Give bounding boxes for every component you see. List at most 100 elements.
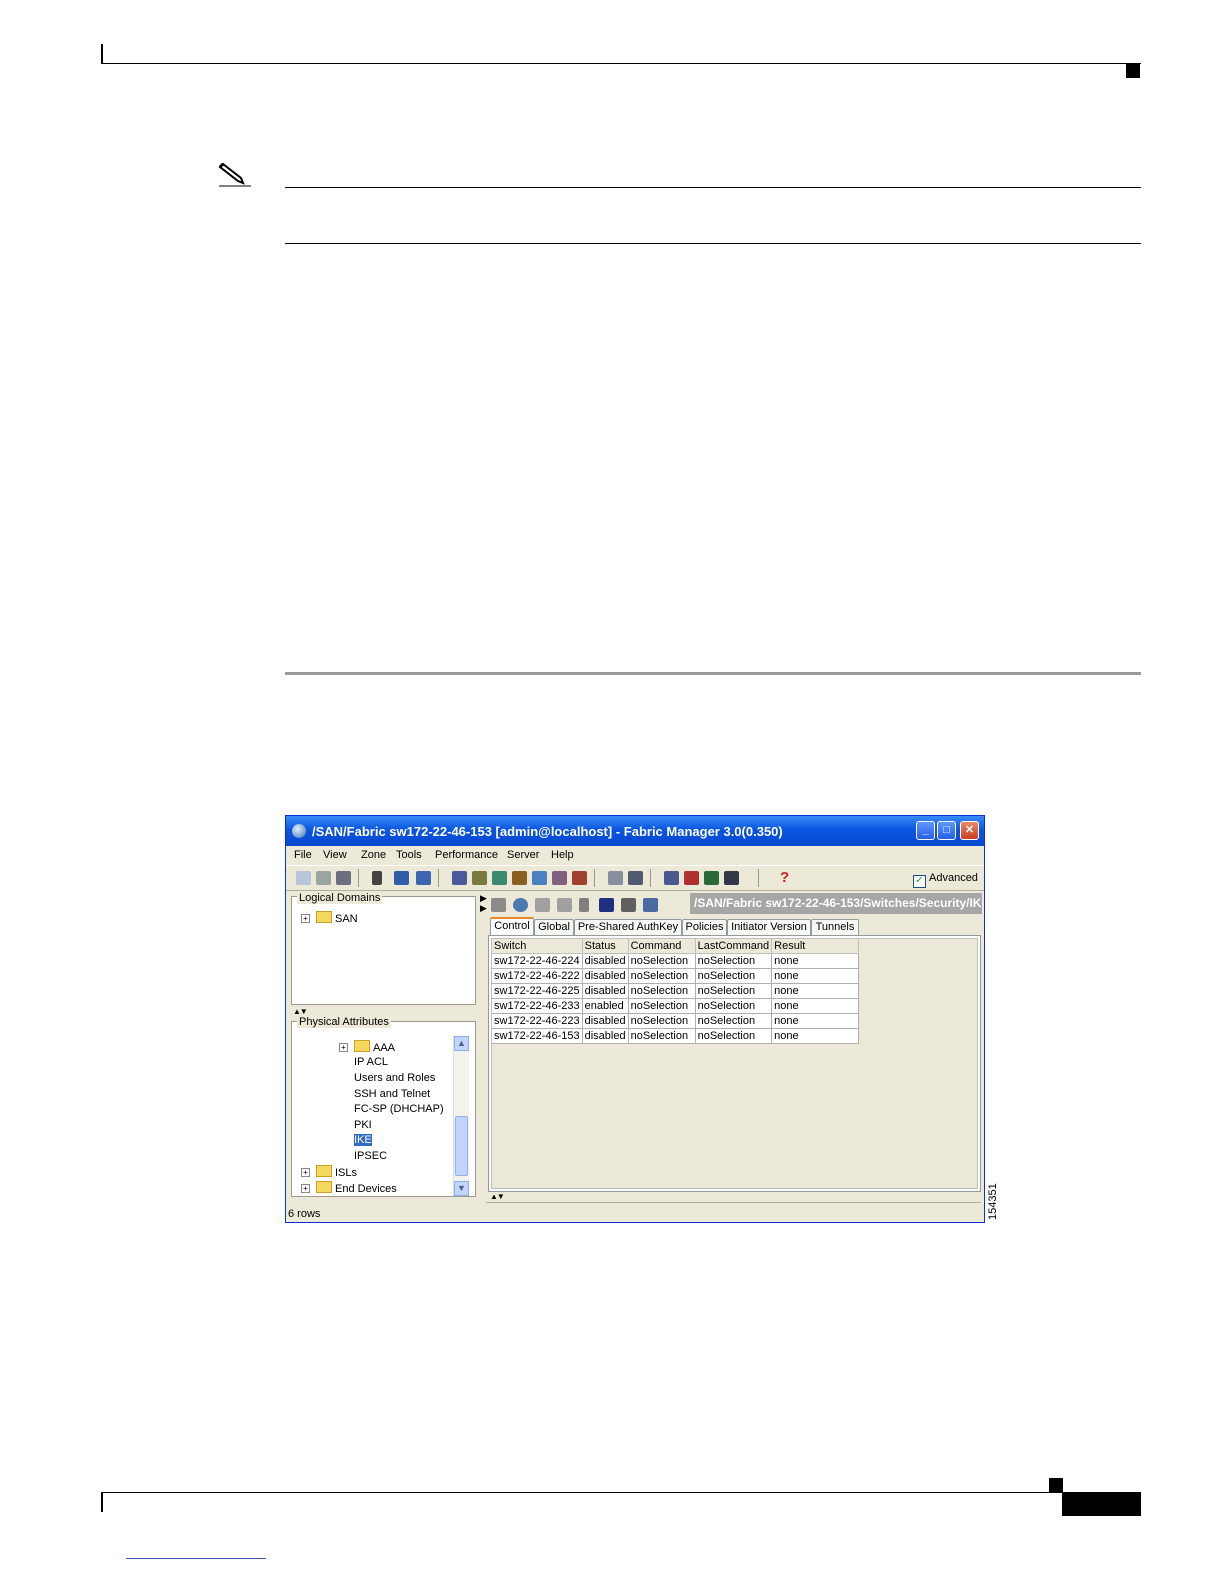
minimize-button[interactable]: _: [916, 821, 935, 840]
device-manager-icon[interactable]: [628, 871, 643, 885]
pane-resize-arrows[interactable]: ▲▼: [293, 1007, 308, 1016]
save-icon[interactable]: [599, 898, 614, 912]
alert-icon[interactable]: [512, 871, 527, 885]
scroll-down-icon[interactable]: ▼: [454, 1181, 469, 1196]
main-toolbar: ? ✓ Advanced: [286, 865, 984, 891]
zone-icon[interactable]: [452, 871, 467, 885]
cell-switch[interactable]: sw172-22-46-153: [492, 1028, 583, 1044]
open-icon[interactable]: [296, 871, 311, 885]
menu-performance[interactable]: Performance: [435, 849, 498, 861]
cell-command[interactable]: noSelection: [628, 968, 696, 984]
tree-item-users-and-roles[interactable]: Users and Roles: [354, 1072, 435, 1084]
cell-status[interactable]: disabled: [582, 1028, 629, 1044]
topology-icon[interactable]: [608, 871, 623, 885]
tree-item-ike[interactable]: IKE: [354, 1134, 372, 1146]
tab-initiator-version[interactable]: Initiator Version: [727, 919, 811, 935]
tree-scrollbar[interactable]: ▲ ▼: [453, 1036, 469, 1196]
splitter-arrows[interactable]: ▶ ▶: [480, 893, 487, 913]
menu-zone[interactable]: Zone: [361, 849, 386, 861]
cell-status[interactable]: disabled: [582, 953, 629, 969]
cell-switch[interactable]: sw172-22-46-224: [492, 953, 583, 969]
table-row[interactable]: sw172-22-46-224 disabled noSelection noS…: [492, 953, 860, 969]
lock-icon[interactable]: [394, 871, 409, 885]
terminal-icon[interactable]: [724, 871, 739, 885]
cell-status[interactable]: disabled: [582, 1013, 629, 1029]
tab-global[interactable]: Global: [534, 919, 574, 935]
table-row[interactable]: sw172-22-46-223 disabled noSelection noS…: [492, 1013, 860, 1029]
cell-switch[interactable]: sw172-22-46-225: [492, 983, 583, 999]
table-row[interactable]: sw172-22-46-153 disabled noSelection noS…: [492, 1028, 860, 1044]
server-icon[interactable]: [664, 871, 679, 885]
expand-icon[interactable]: +: [301, 1184, 310, 1193]
maximize-button[interactable]: □: [937, 821, 956, 840]
discover-icon[interactable]: [316, 871, 331, 885]
table-row[interactable]: sw172-22-46-233 enabled noSelection noSe…: [492, 998, 860, 1014]
users-icon[interactable]: [416, 871, 431, 885]
cell-switch[interactable]: sw172-22-46-233: [492, 998, 583, 1014]
scroll-thumb[interactable]: [455, 1116, 468, 1176]
tree-item-aaa[interactable]: + AAA: [339, 1040, 395, 1054]
report-icon[interactable]: [552, 871, 567, 885]
expand-icon[interactable]: +: [301, 914, 310, 923]
tree-item-san[interactable]: + SAN: [301, 911, 358, 925]
paste-icon[interactable]: [557, 898, 572, 912]
tree-item-pki[interactable]: PKI: [354, 1119, 372, 1131]
help-icon[interactable]: ?: [780, 870, 795, 885]
export-icon[interactable]: [643, 898, 658, 912]
checkmark-icon: ✓: [913, 875, 926, 888]
tree-item-end-devices[interactable]: + End Devices: [301, 1181, 397, 1195]
refresh-icon[interactable]: [513, 898, 528, 912]
scroll-up-icon[interactable]: ▲: [454, 1036, 469, 1051]
col-command[interactable]: Command: [628, 939, 696, 954]
col-switch[interactable]: Switch: [492, 939, 583, 954]
menu-file[interactable]: File: [294, 849, 312, 861]
cell-command[interactable]: noSelection: [628, 953, 696, 969]
menu-view[interactable]: View: [323, 849, 347, 861]
menu-tools[interactable]: Tools: [396, 849, 422, 861]
undo-icon[interactable]: [579, 898, 589, 912]
tab-control[interactable]: Control: [490, 917, 534, 937]
device-icon[interactable]: [372, 871, 382, 885]
cell-status[interactable]: enabled: [582, 998, 629, 1014]
security-icon[interactable]: [684, 871, 699, 885]
cell-command[interactable]: noSelection: [628, 983, 696, 999]
cell-switch[interactable]: sw172-22-46-222: [492, 968, 583, 984]
menu-help[interactable]: Help: [551, 849, 574, 861]
cell-command[interactable]: noSelection: [628, 1013, 696, 1029]
tree-item-ssh-and-telnet[interactable]: SSH and Telnet: [354, 1088, 430, 1100]
tab-pre-shared-authkey[interactable]: Pre-Shared AuthKey: [574, 919, 682, 935]
find-icon[interactable]: [336, 871, 351, 885]
copy-icon[interactable]: [535, 898, 550, 912]
performance-icon[interactable]: [704, 871, 719, 885]
col-lastcommand[interactable]: LastCommand: [695, 939, 773, 954]
create-row-icon[interactable]: [491, 898, 506, 912]
tree-item-fc-sp[interactable]: FC-SP (DHCHAP): [354, 1103, 444, 1115]
cell-switch[interactable]: sw172-22-46-223: [492, 1013, 583, 1029]
print-icon[interactable]: [621, 898, 636, 912]
tree-item-isls[interactable]: + ISLs: [301, 1165, 357, 1179]
close-button[interactable]: ✕: [960, 821, 979, 840]
expand-icon[interactable]: +: [301, 1168, 310, 1177]
cell-status[interactable]: disabled: [582, 968, 629, 984]
tree-item-ipsec[interactable]: IPSEC: [354, 1150, 387, 1162]
vsan-icon[interactable]: [472, 871, 487, 885]
tab-policies[interactable]: Policies: [682, 919, 727, 935]
title-bar[interactable]: /SAN/Fabric sw172-22-46-153 [admin@local…: [286, 816, 984, 846]
cell-command[interactable]: noSelection: [628, 998, 696, 1014]
footer-link-underline[interactable]: [126, 1558, 266, 1559]
advanced-checkbox[interactable]: ✓ Advanced: [913, 872, 978, 888]
table-row[interactable]: sw172-22-46-222 disabled noSelection noS…: [492, 968, 860, 984]
cell-command[interactable]: noSelection: [628, 1028, 696, 1044]
col-result[interactable]: Result: [771, 939, 860, 954]
tab-tunnels[interactable]: Tunnels: [811, 919, 859, 935]
tree-item-ip-acl[interactable]: IP ACL: [354, 1056, 388, 1068]
col-status[interactable]: Status: [582, 939, 629, 954]
table-row[interactable]: sw172-22-46-225 disabled noSelection noS…: [492, 983, 860, 999]
flow-icon[interactable]: [532, 871, 547, 885]
path-icon[interactable]: [492, 871, 507, 885]
cell-status[interactable]: disabled: [582, 983, 629, 999]
expand-icon[interactable]: +: [339, 1043, 348, 1052]
menu-server[interactable]: Server: [507, 849, 539, 861]
log-pane-resize-arrows[interactable]: ▲▼: [490, 1192, 505, 1201]
log-icon[interactable]: [572, 871, 587, 885]
